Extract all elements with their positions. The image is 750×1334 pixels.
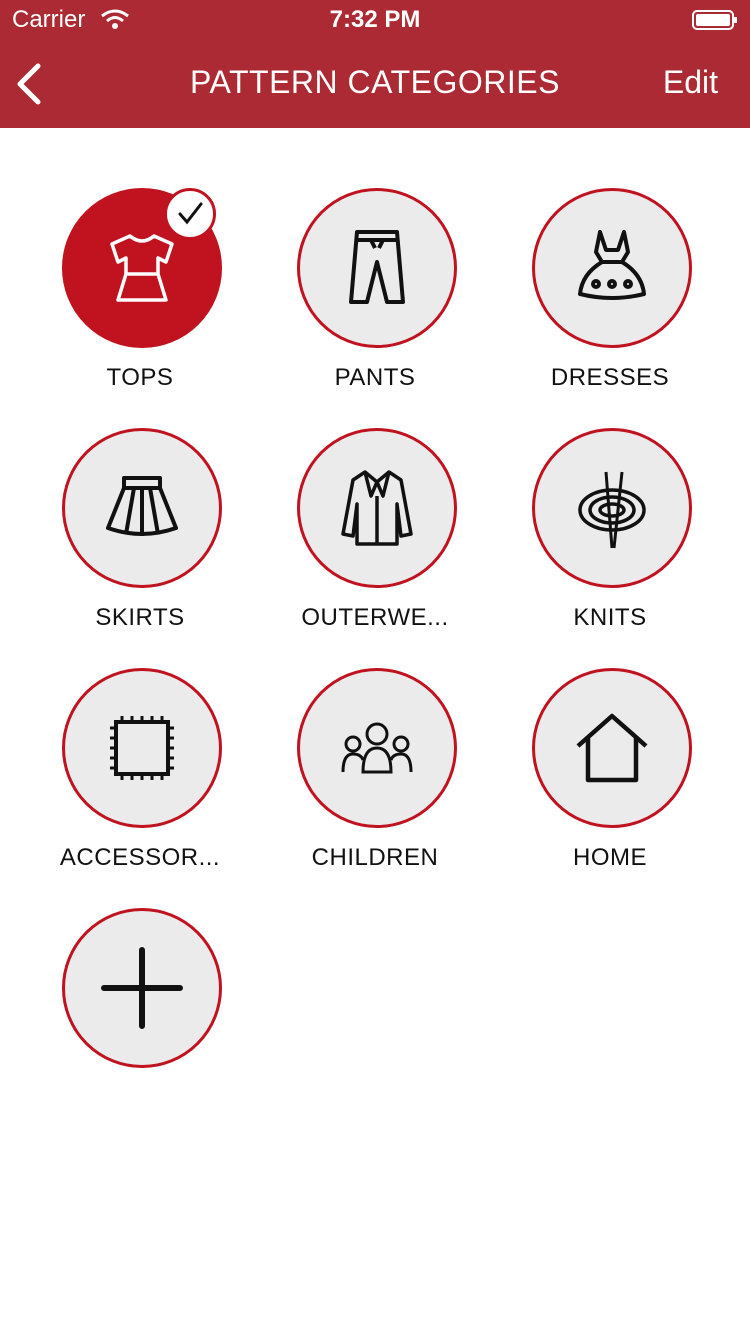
category-label: HOME [573,844,647,871]
category-icon-circle [62,668,222,828]
selected-check-icon [164,188,216,240]
category-label: CHILDREN [311,844,439,871]
category-outerwear[interactable]: OUTERWE... [275,428,475,648]
category-icon-circle [297,428,457,588]
page-title: PATTERN CATEGORIES [190,64,560,100]
skirt-icon [106,476,178,536]
category-accessories[interactable]: ACCESSOR... [40,668,240,888]
category-icon-circle [62,428,222,588]
category-icon-circle [532,188,692,348]
category-label: PANTS [334,364,416,391]
category-icon-circle [297,668,457,828]
pants-icon [349,230,405,304]
category-label: OUTERWE... [301,604,449,631]
battery-icon [692,10,737,30]
category-label: SKIRTS [95,604,185,631]
category-skirts[interactable]: SKIRTS [40,428,240,648]
category-label: DRESSES [550,364,670,391]
category-icon-circle [532,428,692,588]
shirt-icon [110,234,174,302]
yarn-icon [578,471,646,549]
category-pants[interactable]: PANTS [275,188,475,408]
house-icon [576,713,648,783]
category-dresses[interactable]: DRESSES [510,188,710,408]
category-icon-circle [62,908,222,1068]
edit-button[interactable]: Edit [663,64,718,101]
status-time: 7:32 PM [329,6,421,33]
status-bar: Carrier 7:32 PM [0,0,750,40]
add-category-button[interactable] [40,908,240,1128]
category-tops[interactable]: TOPS [40,188,240,408]
category-label: TOPS [106,364,174,391]
category-knits[interactable]: KNITS [510,428,710,648]
jacket-icon [341,470,413,546]
category-home[interactable]: HOME [510,668,710,888]
children-icon [341,722,413,774]
plus-icon [101,947,183,1029]
dress-icon [578,230,646,300]
category-label: ACCESSOR... [59,844,221,871]
navigation-bar: Carrier 7:32 PM PATTERN CATEGORIES Edit [0,0,750,128]
category-icon-circle [297,188,457,348]
category-icon-circle [532,668,692,828]
category-label: KNITS [573,604,647,631]
category-children[interactable]: CHILDREN [275,668,475,888]
patch-icon [110,716,174,780]
